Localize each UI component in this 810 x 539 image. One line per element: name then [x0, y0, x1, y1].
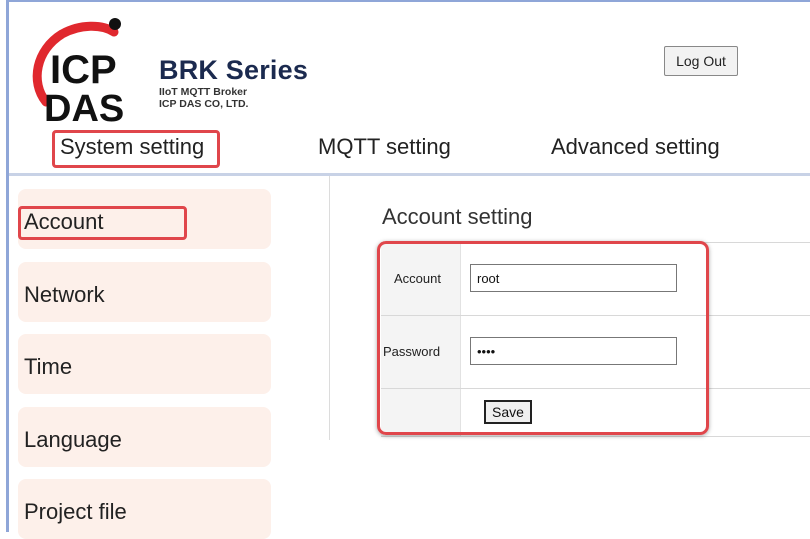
sidebar-highlight-box: [18, 206, 187, 240]
icp-das-logo: ICP DAS: [22, 10, 137, 126]
sidebar-divider: [329, 176, 330, 440]
form-highlight-box: [377, 241, 709, 435]
logo-text-das: DAS: [44, 88, 124, 126]
sidebar-item-label: Network: [24, 282, 105, 307]
tab-highlight-box: [52, 130, 220, 168]
row-divider: [381, 436, 810, 437]
sidebar-item-label: Time: [24, 354, 73, 379]
product-subtitle: IIoT MQTT Broker: [159, 86, 248, 98]
header-divider: [9, 173, 810, 176]
tab-mqtt-setting[interactable]: MQTT setting: [318, 134, 451, 160]
logout-button[interactable]: Log Out: [664, 46, 738, 76]
tab-advanced-setting[interactable]: Advanced setting: [551, 134, 720, 160]
logo-text-icp: ICP: [50, 48, 117, 92]
sidebar-item-label: Project file: [24, 499, 127, 524]
section-title: Account setting: [382, 204, 533, 229]
company-name: ICP DAS CO, LTD.: [159, 98, 249, 110]
product-title: BRK Series: [159, 55, 309, 85]
sidebar-item-label: Language: [24, 427, 122, 452]
